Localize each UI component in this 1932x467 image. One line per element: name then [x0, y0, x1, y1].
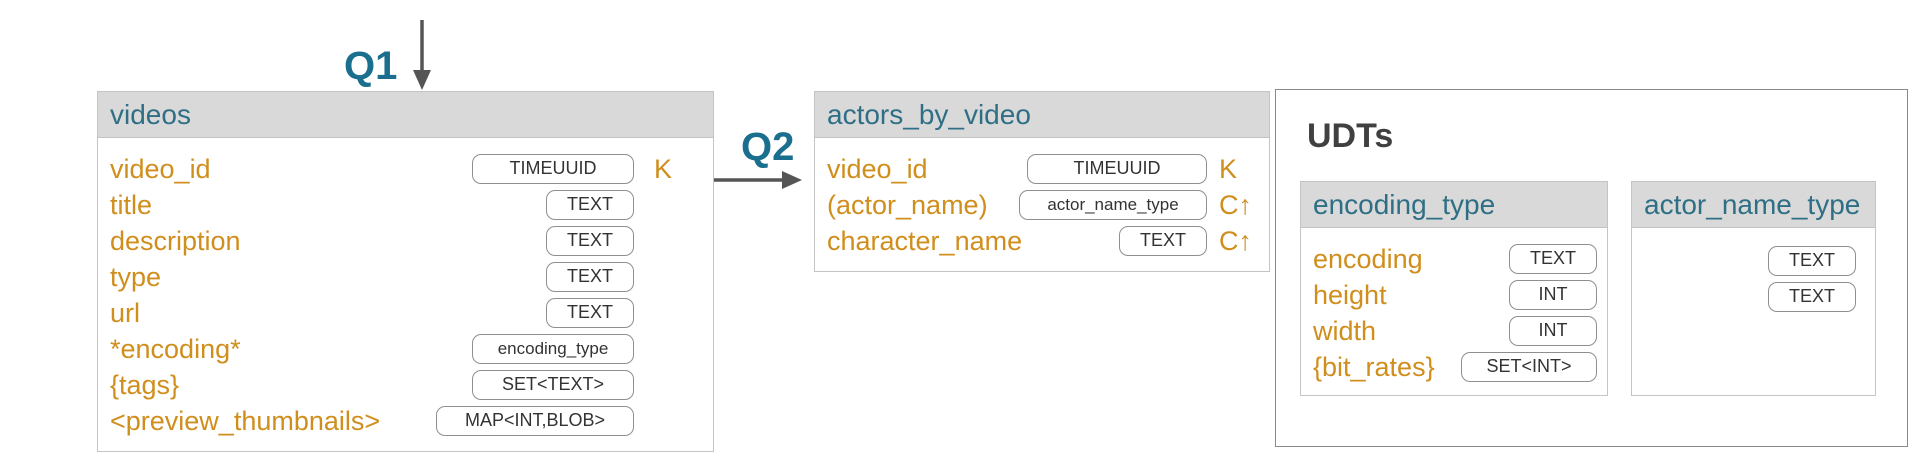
- videos-table: videos video_id TIMEUUID K title TEXT de…: [97, 91, 714, 452]
- videos-field-name: url: [110, 298, 141, 328]
- actors-field-key: K: [1219, 154, 1238, 184]
- videos-field-type: SET<TEXT>: [472, 370, 634, 400]
- actors-field-type: TIMEUUID: [1027, 154, 1207, 184]
- videos-field-type: TEXT: [546, 262, 634, 292]
- videos-field-name: {tags}: [110, 370, 180, 400]
- videos-field-key: K: [654, 154, 673, 184]
- encoding-field-name: height: [1313, 280, 1387, 310]
- videos-field-type: MAP<INT,BLOB>: [436, 406, 634, 436]
- encoding-field-name: width: [1313, 316, 1377, 346]
- actors-field-name: character_name: [827, 226, 1023, 256]
- videos-field-type: TEXT: [546, 190, 634, 220]
- encoding-field-name: {bit_rates}: [1313, 352, 1435, 382]
- q2-label: Q2: [741, 125, 795, 169]
- actors-field-type: actor_name_type: [1019, 190, 1207, 220]
- encoding-field-type: INT: [1509, 316, 1597, 346]
- videos-field-type: TEXT: [546, 226, 634, 256]
- actor-name-type-table-title: actor_name_type: [1632, 182, 1875, 228]
- encoding-type-table-title: encoding_type: [1301, 182, 1607, 228]
- q1-label: Q1: [344, 44, 398, 88]
- actor-name-type-table: actor_name_type TEXT TEXT: [1631, 181, 1876, 396]
- videos-field-type: TEXT: [546, 298, 634, 328]
- actors-field-name: (actor_name): [827, 190, 988, 220]
- q1-arrow: [413, 20, 431, 90]
- videos-field-name: description: [110, 226, 241, 256]
- encoding-field-type: TEXT: [1509, 244, 1597, 274]
- actors-by-video-table: actors_by_video video_id TIMEUUID K (act…: [814, 91, 1270, 272]
- encoding-field-type: SET<INT>: [1461, 352, 1597, 382]
- encoding-field-type: INT: [1509, 280, 1597, 310]
- encoding-field-name: encoding: [1313, 244, 1423, 274]
- actors-field-type: TEXT: [1119, 226, 1207, 256]
- videos-table-title: videos: [98, 92, 713, 138]
- videos-field-name: <preview_thumbnails>: [110, 406, 381, 436]
- udts-title: UDTs: [1307, 117, 1394, 155]
- actors-field-key: C↑: [1219, 190, 1252, 220]
- encoding-type-table: encoding_type encoding TEXT height INT w…: [1300, 181, 1608, 396]
- actors-field-key: C↑: [1219, 226, 1252, 256]
- videos-field-type: encoding_type: [472, 334, 634, 364]
- videos-field-name: video_id: [110, 154, 211, 184]
- videos-field-name: *encoding*: [110, 334, 241, 364]
- actor-name-field-type: TEXT: [1768, 246, 1856, 276]
- videos-field-name: title: [110, 190, 153, 220]
- q2-arrow: [713, 171, 802, 189]
- videos-field-name: type: [110, 262, 162, 292]
- actor-name-field-type: TEXT: [1768, 282, 1856, 312]
- actors-by-video-table-title: actors_by_video: [815, 92, 1269, 138]
- actors-field-name: video_id: [827, 154, 928, 184]
- videos-field-type: TIMEUUID: [472, 154, 634, 184]
